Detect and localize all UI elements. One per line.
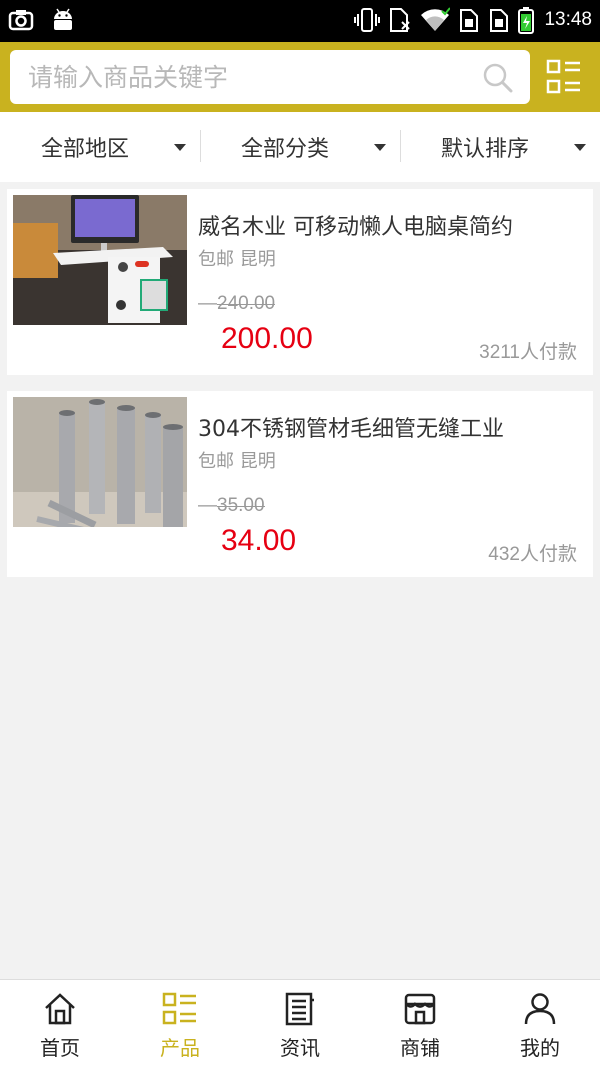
wifi-icon — [420, 7, 451, 33]
status-bar: 13:48 — [0, 0, 600, 42]
caret-down-icon — [174, 144, 186, 151]
screenshot-icon — [8, 7, 34, 33]
filter-label: 全部地区 — [40, 137, 129, 162]
nav-label: 我的 — [520, 1036, 560, 1060]
nav-label: 商铺 — [400, 1036, 440, 1060]
original-price: —35.00 — [198, 495, 265, 516]
computer-desk-image[interactable] — [13, 195, 187, 325]
caret-down-icon — [574, 144, 586, 151]
search-icon[interactable] — [482, 62, 514, 98]
nav-label: 首页 — [40, 1036, 80, 1060]
product-meta: 包邮 昆明 — [198, 249, 276, 270]
product-title[interactable]: 威名木业 可移动懒人电脑桌简约 — [198, 209, 578, 241]
sim1-icon — [458, 6, 480, 34]
nav-shop[interactable]: 商铺 — [360, 980, 480, 1067]
filter-category[interactable]: 全部分类 — [200, 112, 400, 182]
android-icon — [50, 7, 76, 33]
product-price: 200.00 — [221, 322, 313, 355]
nav-me[interactable]: 我的 — [480, 980, 600, 1067]
nav-products[interactable]: 产品 — [120, 980, 240, 1067]
bottom-nav: 首页 产品 资讯 商铺 我的 — [0, 979, 600, 1067]
filter-bar: 全部地区 全部分类 默认排序 — [0, 112, 600, 182]
vibrate-icon — [354, 6, 381, 34]
home-icon — [43, 992, 77, 1030]
product-meta: 包邮 昆明 — [198, 451, 276, 472]
product-card[interactable]: 威名木业 可移动懒人电脑桌简约 包邮 昆明 —240.00 200.00 321… — [7, 189, 593, 375]
filter-label: 默认排序 — [440, 137, 529, 162]
sim2-icon — [488, 6, 510, 34]
steel-pipes-image[interactable] — [13, 397, 187, 527]
filter-sort[interactable]: 默认排序 — [400, 112, 600, 182]
shop-icon — [403, 992, 437, 1030]
product-price: 34.00 — [221, 524, 297, 557]
filter-region[interactable]: 全部地区 — [0, 112, 200, 182]
product-title[interactable]: 304不锈钢管材毛细管无缝工业 — [198, 411, 578, 443]
no-sim-icon — [388, 6, 412, 34]
paid-count: 3211人付款 — [479, 342, 577, 363]
nav-label: 产品 — [160, 1036, 200, 1060]
search-header — [0, 42, 600, 112]
nav-home[interactable]: 首页 — [0, 980, 120, 1067]
filter-label: 全部分类 — [240, 137, 329, 162]
product-list-icon — [162, 992, 198, 1030]
nav-news[interactable]: 资讯 — [240, 980, 360, 1067]
search-input[interactable] — [28, 50, 468, 104]
search-box[interactable] — [10, 50, 530, 104]
clock: 13:48 — [544, 9, 592, 30]
battery-icon — [518, 6, 535, 34]
original-price: —240.00 — [198, 293, 276, 314]
news-icon — [283, 992, 317, 1030]
user-icon — [523, 992, 557, 1030]
nav-label: 资讯 — [280, 1036, 320, 1060]
grid-menu-icon[interactable] — [546, 59, 582, 95]
product-card[interactable]: 304不锈钢管材毛细管无缝工业 包邮 昆明 —35.00 34.00 432人付… — [7, 391, 593, 577]
caret-down-icon — [374, 144, 386, 151]
paid-count: 432人付款 — [488, 544, 577, 565]
